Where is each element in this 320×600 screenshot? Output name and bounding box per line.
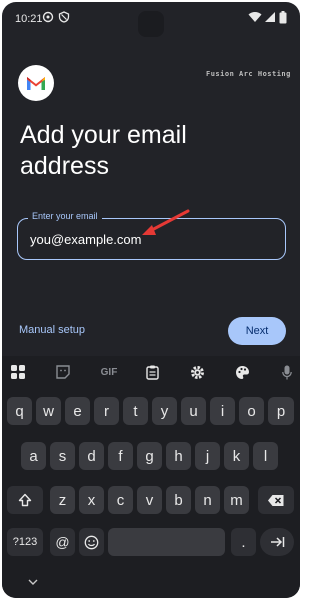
key-u[interactable]: u: [181, 397, 206, 425]
enter-key[interactable]: [260, 528, 294, 556]
next-button[interactable]: Next: [228, 317, 286, 345]
key-d[interactable]: d: [79, 442, 104, 470]
brand-watermark: Fusion Arc Hosting: [206, 70, 291, 78]
manual-setup-link[interactable]: Manual setup: [19, 324, 85, 336]
key-c[interactable]: c: [108, 486, 133, 514]
key-w[interactable]: w: [36, 397, 61, 425]
signal-icon: [264, 11, 278, 25]
apps-grid-icon[interactable]: [9, 363, 27, 381]
key-j[interactable]: j: [195, 442, 220, 470]
sticker-icon[interactable]: [54, 363, 72, 381]
shift-key[interactable]: [7, 486, 43, 514]
wifi-icon: [248, 11, 262, 25]
key-f[interactable]: f: [108, 442, 133, 470]
key-e[interactable]: e: [65, 397, 90, 425]
key-g[interactable]: g: [137, 442, 162, 470]
key-o[interactable]: o: [239, 397, 264, 425]
annotation-arrow-icon: [142, 209, 190, 235]
key-t[interactable]: t: [123, 397, 148, 425]
keyboard-toolbar: GIF: [2, 356, 300, 388]
phone-screen: 10:21 Fusion Arc Hosting Add your email …: [2, 2, 300, 598]
key-y[interactable]: y: [152, 397, 177, 425]
shift-arrow-icon: [18, 493, 32, 507]
backspace-key[interactable]: [258, 486, 294, 514]
hide-keyboard-icon[interactable]: [28, 578, 38, 589]
key-z[interactable]: z: [50, 486, 75, 514]
backspace-icon: [268, 494, 284, 506]
key-b[interactable]: b: [166, 486, 191, 514]
gif-button[interactable]: GIF: [98, 363, 120, 381]
emoji-key[interactable]: [79, 528, 104, 556]
camera-cutout: [138, 11, 164, 37]
status-time: 10:21: [15, 13, 43, 25]
page-title: Add your email address: [20, 121, 187, 180]
clipboard-icon[interactable]: [143, 363, 161, 381]
at-key[interactable]: @: [50, 528, 75, 556]
key-h[interactable]: h: [166, 442, 191, 470]
key-v[interactable]: v: [137, 486, 162, 514]
key-p[interactable]: p: [268, 397, 294, 425]
battery-icon: [279, 11, 293, 25]
shield-icon: [58, 11, 72, 25]
key-i[interactable]: i: [210, 397, 235, 425]
key-q[interactable]: q: [7, 397, 32, 425]
key-m[interactable]: m: [224, 486, 249, 514]
keyboard: GIF q w e r t y u i o p a s d f g h j k …: [2, 356, 300, 598]
tab-forward-icon: [270, 537, 284, 547]
emoji-icon: [84, 535, 99, 549]
gmail-logo-icon: [18, 65, 54, 101]
key-k[interactable]: k: [224, 442, 249, 470]
notification-icon: [42, 11, 56, 25]
key-a[interactable]: a: [21, 442, 46, 470]
gear-icon[interactable]: [188, 363, 206, 381]
key-n[interactable]: n: [195, 486, 220, 514]
palette-icon[interactable]: [233, 363, 251, 381]
key-s[interactable]: s: [50, 442, 75, 470]
symbols-key[interactable]: ?123: [7, 528, 43, 556]
email-field-label: Enter your email: [28, 211, 102, 221]
period-key[interactable]: .: [231, 528, 256, 556]
key-x[interactable]: x: [79, 486, 104, 514]
microphone-icon[interactable]: [278, 363, 296, 381]
status-bar: 10:21: [2, 2, 300, 37]
space-key[interactable]: [108, 528, 225, 556]
email-field-value[interactable]: you@example.com: [30, 232, 141, 247]
key-l[interactable]: l: [253, 442, 278, 470]
key-r[interactable]: r: [94, 397, 119, 425]
